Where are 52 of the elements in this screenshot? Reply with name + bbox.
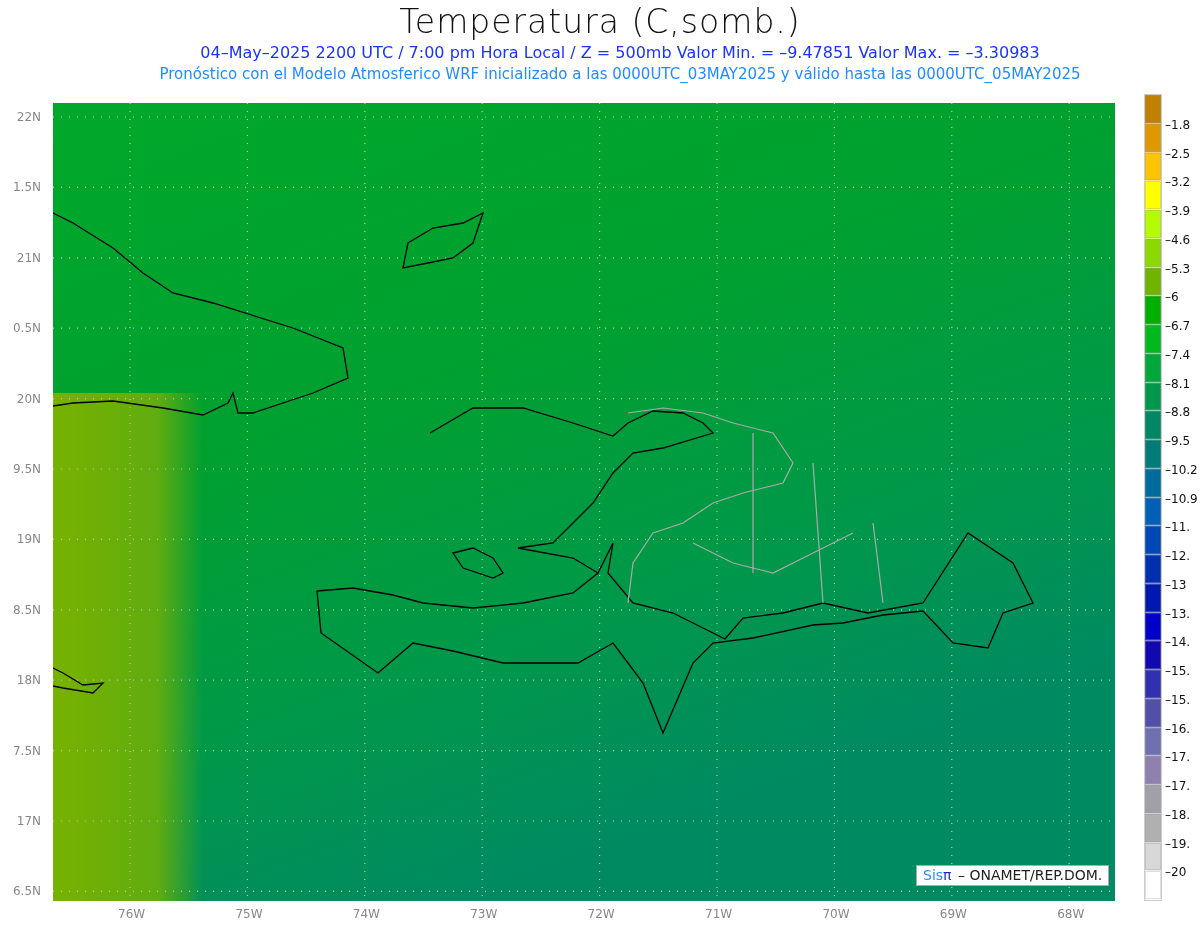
- latitude-label: 9.5N: [12, 461, 41, 477]
- colorbar-label: –7.4: [1165, 346, 1191, 363]
- colorbar-label: –6: [1165, 289, 1179, 306]
- credit-label: Sisπ – ONAMET/REP.DOM.: [916, 865, 1110, 886]
- colorbar-label: –18.: [1165, 806, 1191, 823]
- colorbar-label: –14.: [1165, 634, 1191, 651]
- latitude-label: 17N: [16, 813, 41, 829]
- chart-subtitle: 04–May–2025 2200 UTC / 7:00 pm Hora Local / Z = 500mb Valor Min. = –9.47851 Valor Max. = –3.30983: [200, 42, 1040, 64]
- colorbar-label: –4.6: [1165, 231, 1191, 248]
- latitude-label: 19N: [16, 531, 41, 548]
- colorbar-label: –3.2: [1165, 174, 1191, 191]
- colorbar-label: –5.3: [1165, 260, 1191, 277]
- colorbar-label: –15.: [1165, 691, 1191, 708]
- longitude-label: 74W: [352, 906, 380, 922]
- latitude-label: 0.5N: [12, 320, 41, 337]
- colorbar-label: –11.: [1165, 519, 1191, 536]
- forecast-description: Pronóstico con el Modelo Atmosferico WRF inicializado a las 0000UTC_03MAY2025 y válido hasta las 0000UTC_05MAY2025: [159, 64, 1081, 84]
- longitude-label: 70W: [822, 906, 850, 922]
- colorbar-label: –9.5: [1165, 433, 1191, 449]
- colorbar-label: –13.: [1165, 605, 1191, 622]
- latitude-label: 22N: [16, 109, 41, 125]
- colorbar-label: –8.8: [1165, 404, 1191, 421]
- colorbar-label: –19.: [1165, 835, 1191, 852]
- latitude-label: 20N: [16, 390, 41, 407]
- colorbar-label: –20: [1165, 864, 1187, 881]
- latitude-label: 6.5N: [12, 883, 41, 900]
- colorbar-label: –6.7: [1165, 318, 1191, 334]
- latitude-label: 21N: [16, 249, 41, 266]
- colorbar-label: –1.8: [1165, 116, 1191, 133]
- colorbar-label: –13: [1165, 576, 1187, 593]
- latitude-label: 8.5N: [12, 601, 41, 618]
- colorbar-label: –16.: [1165, 720, 1191, 737]
- latitude-label: 18N: [16, 672, 41, 689]
- longitude-label: 68W: [1057, 906, 1085, 922]
- longitude-label: 71W: [705, 906, 733, 922]
- chart-title: Temperatura (C,somb.): [399, 2, 801, 42]
- latitude-label: 1.5N: [12, 179, 41, 196]
- longitude-label: 75W: [235, 906, 263, 922]
- colorbar-label: –8.1: [1165, 375, 1191, 392]
- colorbar-label: –10.2: [1165, 461, 1198, 478]
- colorbar-label: –12.: [1165, 548, 1191, 564]
- longitude-label: 69W: [939, 906, 967, 922]
- colorbar-label: –10.9: [1165, 490, 1198, 507]
- colorbar-label: –2.5: [1165, 145, 1191, 162]
- longitude-label: 76W: [118, 906, 146, 922]
- colorbar-label: –15.: [1165, 663, 1191, 679]
- colorbar-label: –3.9: [1165, 203, 1191, 219]
- colorbar-label: –17.: [1165, 749, 1191, 766]
- latitude-label: 7.5N: [12, 742, 41, 759]
- longitude-label: 73W: [470, 906, 498, 922]
- colorbar-label: –17.: [1165, 778, 1191, 794]
- longitude-label: 72W: [587, 906, 615, 922]
